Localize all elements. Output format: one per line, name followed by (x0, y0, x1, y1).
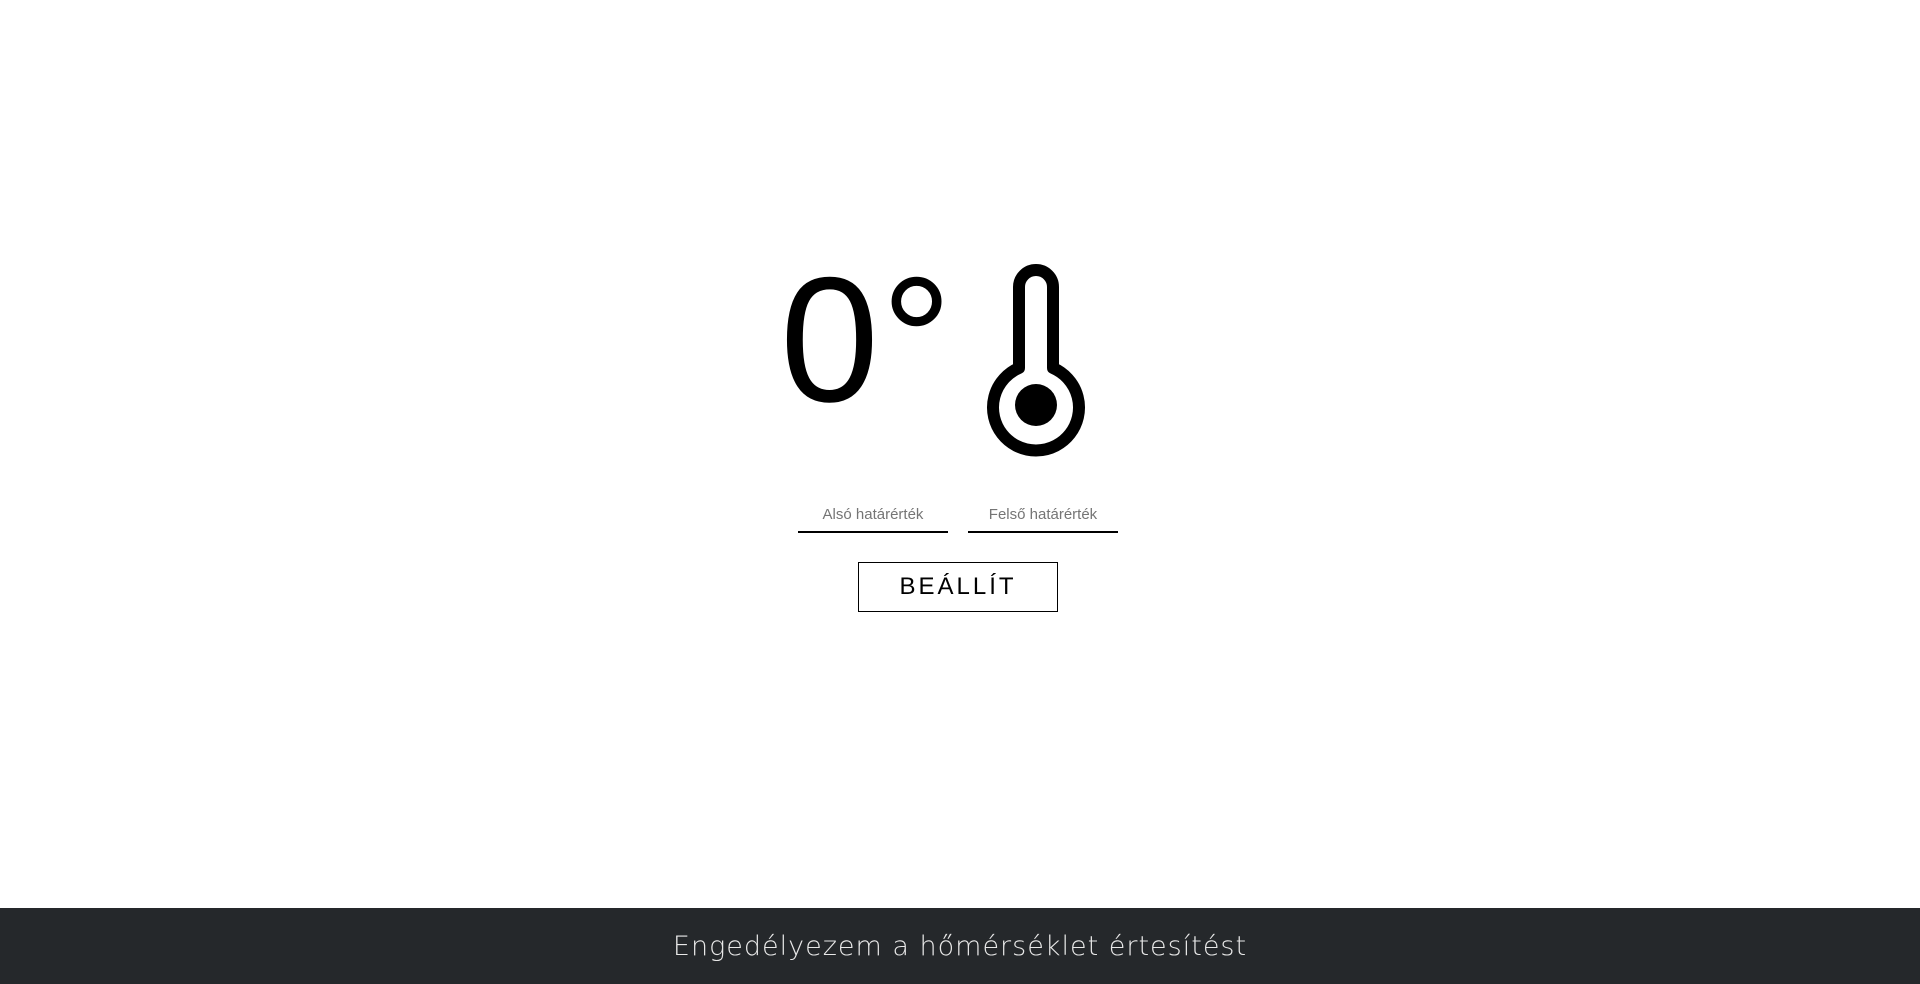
enable-notification-link[interactable]: Engedélyezem a hőmérséklet értesítést (673, 931, 1247, 962)
temperature-readout: 0° (780, 250, 954, 430)
lower-limit-input[interactable] (798, 497, 948, 533)
degree-symbol: ° (881, 240, 955, 439)
thermometer-bulb (1015, 384, 1057, 426)
upper-limit-input[interactable] (968, 497, 1118, 533)
temperature-value: 0 (780, 240, 881, 439)
footer-bar: Engedélyezem a hőmérséklet értesítést (0, 908, 1920, 984)
main-content: 0° BEÁLLÍT (0, 0, 1920, 908)
set-button[interactable]: BEÁLLÍT (858, 562, 1058, 612)
page: 0° BEÁLLÍT Engedélyezem a hőmérséklet ér… (0, 0, 1920, 984)
limit-inputs (798, 497, 1118, 533)
thermometer-icon (987, 264, 1085, 457)
